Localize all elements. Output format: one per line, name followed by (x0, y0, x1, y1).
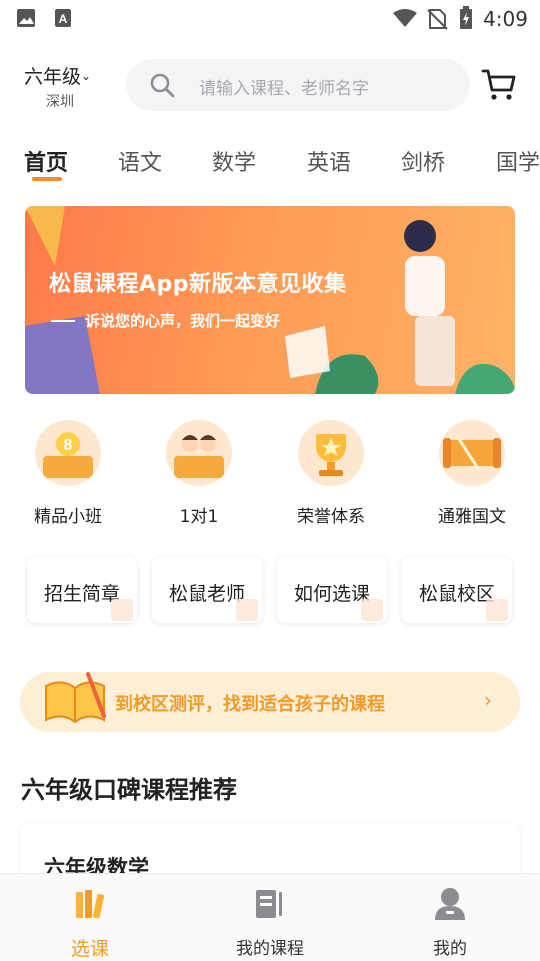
tab-english[interactable]: 英语 (307, 145, 351, 177)
card-campus[interactable]: 松鼠校区 (402, 557, 512, 623)
tab-chinese[interactable]: 语文 (118, 145, 162, 177)
one-on-one-icon (166, 420, 232, 486)
search-input[interactable]: 请输入课程、老师名字 (126, 59, 470, 111)
banner-illustration (25, 206, 515, 394)
scroll-icon (439, 420, 505, 486)
grade-text: 六年级 (24, 66, 82, 88)
feature-label: 精品小班 (34, 507, 102, 527)
nav-profile[interactable]: 我的 (390, 874, 510, 961)
small-class-icon: 8 (35, 420, 101, 486)
feature-label: 通雅国文 (438, 507, 506, 527)
nav-label: 选课 (70, 938, 109, 960)
feature-small-class[interactable]: 8 精品小班 (18, 420, 118, 527)
nav-label: 我的课程 (236, 939, 304, 959)
status-time: 4:09 (483, 7, 528, 31)
category-tabs: 首页 语文 数学 英语 剑桥 国学 (0, 140, 540, 184)
evaluation-text: 到校区测评，找到适合孩子的课程 (115, 694, 385, 715)
campus-icon (486, 599, 508, 621)
banner-subtitle: 诉说您的心声，我们一起变好 (85, 312, 281, 330)
nav-label: 我的 (433, 939, 467, 959)
nav-my-courses[interactable]: 我的课程 (210, 874, 330, 961)
search-placeholder: 请输入课程、老师名字 (199, 79, 369, 99)
document-icon (111, 599, 133, 621)
card-how-to-choose[interactable]: 如何选课 (277, 557, 387, 623)
teacher-icon (236, 599, 258, 621)
feature-guowen[interactable]: 通雅国文 (422, 420, 522, 527)
books-icon (76, 890, 105, 919)
tab-math[interactable]: 数学 (212, 145, 256, 177)
open-book-icon (45, 672, 106, 724)
tab-home[interactable]: 首页 (24, 145, 68, 177)
grade-label: 六年级⌄ (24, 62, 104, 89)
search-icon (150, 73, 175, 98)
active-tab-indicator (32, 177, 62, 181)
tab-cambridge[interactable]: 剑桥 (401, 145, 445, 177)
tab-guoxue[interactable]: 国学 (496, 145, 540, 177)
feature-one-on-one[interactable]: 1对1 (149, 420, 249, 527)
nav-select-course[interactable]: 选课 (30, 874, 150, 961)
grade-selector[interactable]: 六年级⌄ 深圳 (24, 62, 104, 111)
card-admission-guide[interactable]: 招生简章 (27, 557, 137, 623)
my-course-icon (256, 890, 282, 918)
card-teachers[interactable]: 松鼠老师 (152, 557, 262, 623)
profile-icon (435, 888, 465, 920)
cart-icon[interactable] (480, 66, 518, 104)
feature-label: 荣誉体系 (297, 507, 365, 527)
svg-text:8: 8 (64, 437, 73, 454)
text-icon: A (55, 9, 71, 27)
city-label: 深圳 (46, 94, 74, 110)
banner-dash (51, 320, 75, 322)
svg-text:A: A (59, 12, 68, 26)
chevron-down-icon: ⌄ (81, 69, 92, 83)
wifi-icon (393, 9, 417, 27)
no-sim-icon (427, 9, 448, 30)
feature-label: 1对1 (179, 507, 219, 527)
status-bar: A 4:09 (0, 0, 540, 36)
campus-evaluation-banner[interactable]: 到校区测评，找到适合孩子的课程 › (20, 672, 520, 732)
image-icon (17, 9, 35, 27)
banner-title: 松鼠课程App新版本意见收集 (49, 272, 347, 297)
feature-honor[interactable]: 荣誉体系 (281, 420, 381, 527)
section-title: 六年级口碑课程推荐 (21, 776, 237, 804)
chevron-right-icon: › (484, 688, 492, 712)
choose-icon (361, 599, 383, 621)
battery-icon (460, 6, 472, 29)
bottom-nav: 选课 我的课程 我的 (0, 873, 540, 960)
trophy-icon (298, 420, 364, 486)
feedback-banner[interactable]: 松鼠课程App新版本意见收集 诉说您的心声，我们一起变好 (25, 206, 515, 394)
